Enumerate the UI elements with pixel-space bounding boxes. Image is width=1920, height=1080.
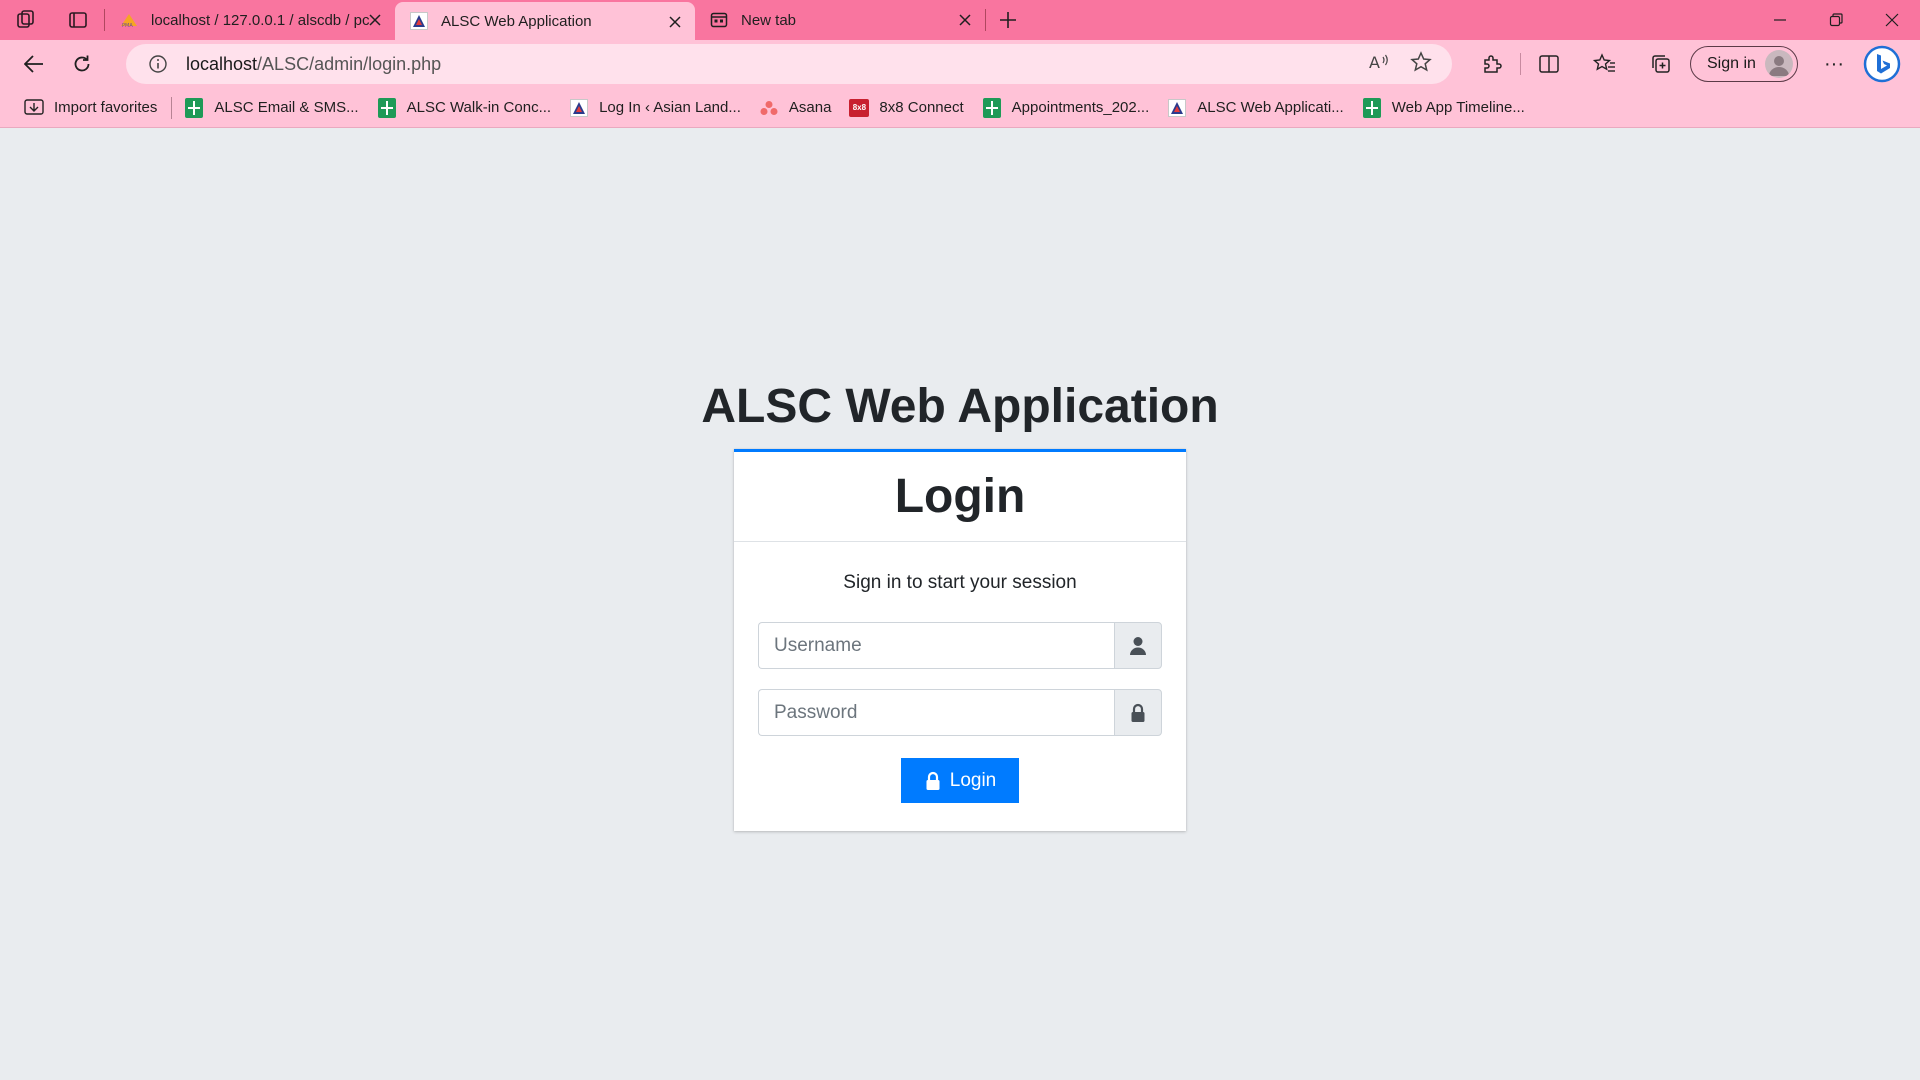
favorite-alsc-email-sms[interactable]: ALSC Email & SMS...	[176, 92, 368, 124]
alsc-logo-icon	[569, 98, 589, 118]
page-content: ALSC Web Application Login Sign in to st…	[0, 129, 1920, 1080]
minimize-button[interactable]	[1752, 0, 1808, 40]
bing-copilot-icon[interactable]	[1862, 44, 1902, 84]
google-sheets-icon	[982, 97, 1002, 118]
collections-icon[interactable]	[1633, 40, 1689, 88]
favorite-label: ALSC Walk-in Conc...	[406, 99, 552, 116]
phpmyadmin-icon: PMA	[119, 10, 139, 30]
favorite-8x8-connect[interactable]: 8x8 8x8 Connect	[841, 92, 973, 124]
favorite-star-icon[interactable]	[1410, 50, 1432, 78]
tab-actions-icon[interactable]	[52, 0, 104, 40]
asana-icon	[759, 98, 779, 118]
google-sheets-icon	[377, 97, 397, 118]
sign-in-label: Sign in	[1707, 55, 1756, 72]
favorite-alsc-web-application[interactable]: ALSC Web Applicati...	[1159, 92, 1353, 124]
split-screen-icon[interactable]	[1521, 40, 1577, 88]
login-box-message: Sign in to start your session	[843, 572, 1077, 593]
lock-icon	[1114, 689, 1162, 736]
sign-in-button[interactable]: Sign in	[1690, 46, 1798, 82]
restore-button[interactable]	[1808, 0, 1864, 40]
minimize-icon	[1774, 19, 1786, 21]
login-title: Login	[894, 470, 1026, 523]
username-input[interactable]	[758, 622, 1114, 669]
favorite-label: Web App Timeline...	[1391, 99, 1525, 116]
login-actions: Login	[758, 758, 1162, 803]
login-button[interactable]: Login	[901, 758, 1019, 803]
username-group	[758, 622, 1162, 669]
favorites-icon[interactable]	[1577, 40, 1633, 88]
plus-icon	[1000, 12, 1016, 28]
close-icon[interactable]	[665, 12, 685, 32]
favorite-label: Log In ‹ Asian Land...	[599, 99, 741, 116]
window-controls	[1752, 0, 1920, 40]
google-sheets-icon	[1362, 97, 1382, 118]
refresh-icon	[74, 55, 90, 72]
login-card-header: Login	[734, 452, 1186, 542]
workspaces-icon[interactable]	[0, 0, 52, 40]
login-button-label: Login	[949, 769, 997, 791]
app-title: ALSC Web Application	[701, 380, 1219, 433]
google-sheets-icon	[184, 97, 204, 118]
favorite-import-favorites[interactable]: Import favorites	[16, 92, 167, 124]
favorite-alsc-walk-in[interactable]: ALSC Walk-in Conc...	[369, 92, 562, 124]
8x8-icon: 8x8	[849, 98, 870, 118]
url-text[interactable]: localhost/ALSC/admin/login.php	[186, 54, 441, 75]
favorite-label: Import favorites	[54, 99, 158, 116]
refresh-button[interactable]	[58, 40, 106, 88]
favorites-separator	[171, 96, 173, 119]
close-icon	[1885, 13, 1899, 27]
read-aloud-icon[interactable]: A	[1368, 52, 1390, 77]
svg-text:PMA: PMA	[122, 23, 133, 28]
more-options-icon[interactable]: ···	[1810, 40, 1858, 88]
favorite-label: ALSC Web Applicati...	[1197, 99, 1344, 116]
favorite-asana[interactable]: Asana	[751, 92, 842, 124]
close-window-button[interactable]	[1864, 0, 1920, 40]
favorite-label: Appointments_202...	[1011, 99, 1150, 116]
favorite-label: ALSC Email & SMS...	[214, 99, 359, 116]
extensions-icon[interactable]	[1464, 40, 1520, 88]
toolbar-icons	[1464, 40, 1689, 88]
alsc-logo-icon	[1167, 98, 1187, 118]
close-icon[interactable]	[955, 10, 975, 30]
user-icon	[1114, 622, 1162, 669]
site-info-icon[interactable]	[138, 54, 178, 74]
favorite-web-app-timeline[interactable]: Web App Timeline...	[1354, 92, 1535, 124]
tab-phpmyadmin[interactable]: PMA localhost / 127.0.0.1 / alscdb / pc	[105, 0, 395, 40]
favorites-bar: Import favorites ALSC Email & SMS... ALS…	[0, 88, 1920, 128]
tab-alsc-web-application[interactable]: ALSC Web Application	[395, 2, 695, 40]
svg-text:A: A	[1369, 53, 1380, 72]
tab-label: New tab	[741, 11, 797, 29]
new-tab-button[interactable]	[986, 0, 1030, 40]
browser-toolbar: localhost/ALSC/admin/login.php A Sign in	[0, 40, 1920, 88]
restore-icon	[1829, 13, 1843, 27]
login-card-body: Sign in to start your session Login	[734, 542, 1186, 823]
favorite-appointments[interactable]: Appointments_202...	[974, 92, 1160, 124]
close-icon[interactable]	[365, 10, 385, 30]
new-tab-page-icon	[709, 10, 729, 30]
tab-label: ALSC Web Application	[441, 12, 592, 30]
password-input[interactable]	[758, 689, 1114, 736]
address-bar-actions: A	[1368, 44, 1432, 84]
alsc-logo-icon	[409, 11, 429, 31]
tab-label: localhost / 127.0.0.1 / alscdb / pc	[151, 11, 370, 29]
profile-avatar-icon	[1765, 50, 1793, 78]
favorite-log-in-asian-land[interactable]: Log In ‹ Asian Land...	[561, 92, 751, 124]
favorite-label: 8x8 Connect	[879, 99, 964, 116]
address-bar[interactable]: localhost/ALSC/admin/login.php A	[126, 44, 1452, 84]
login-card: Login Sign in to start your session Logi	[734, 449, 1186, 831]
password-group	[758, 689, 1162, 736]
lock-icon	[926, 771, 940, 790]
back-arrow-icon	[24, 55, 43, 73]
back-button[interactable]	[10, 40, 58, 88]
favorite-label: Asana	[788, 99, 832, 116]
import-icon	[24, 98, 44, 118]
browser-titlebar: PMA localhost / 127.0.0.1 / alscdb / pc …	[0, 0, 1920, 40]
tab-new-tab[interactable]: New tab	[695, 0, 985, 40]
